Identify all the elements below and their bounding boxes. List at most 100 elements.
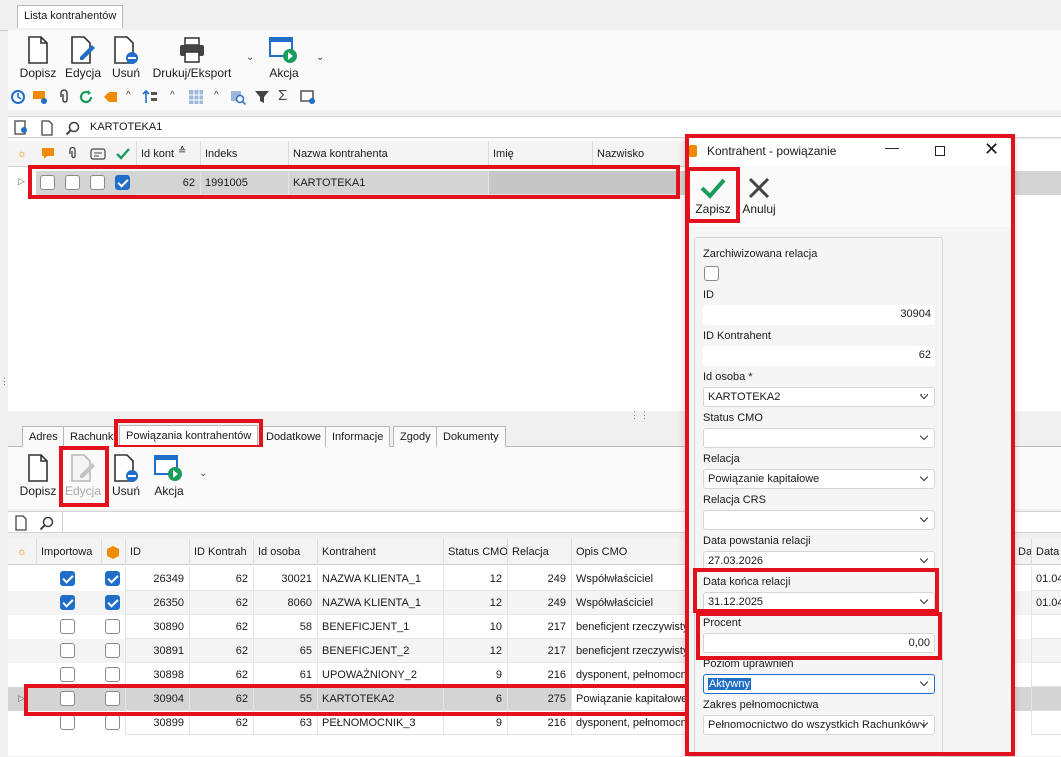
col-indeks[interactable]: Indeks	[200, 141, 288, 167]
col-data-2[interactable]: Data	[1031, 539, 1061, 565]
col-id-kont[interactable]: Id kont	[136, 141, 200, 167]
sum-icon[interactable]: Σ	[278, 87, 287, 104]
importowa-checkbox[interactable]	[60, 715, 75, 730]
data-powstania-picker[interactable]: 27.03.2026	[703, 551, 935, 571]
attachment-icon[interactable]	[66, 147, 80, 161]
tab-lista-kontrahentow[interactable]: Lista kontrahentów	[17, 5, 124, 28]
columns-dropdown-caret[interactable]: ^	[214, 90, 219, 101]
poziom-select[interactable]: Aktywny	[703, 674, 935, 694]
importowa-checkbox[interactable]	[60, 619, 75, 634]
comment-view-icon[interactable]	[32, 89, 48, 105]
importowa-checkbox[interactable]	[60, 667, 75, 682]
checkmark-icon[interactable]	[115, 146, 131, 162]
col-kontrahent[interactable]: Kontrahent	[317, 539, 443, 565]
procent-input[interactable]: 0,00	[703, 633, 935, 653]
lower-usun-button[interactable]: Usuń	[108, 453, 144, 498]
col-id-osoba[interactable]: Id osoba	[253, 539, 317, 565]
tab-adres[interactable]: Adres	[22, 426, 65, 448]
data-konca-picker[interactable]: 31.12.2025	[703, 592, 935, 612]
row-checkbox-3[interactable]	[90, 175, 105, 190]
sun-icon[interactable]: ☼	[8, 539, 36, 565]
relacja-select[interactable]: Powiązanie kapitałowe	[703, 469, 935, 489]
col-nazwisko[interactable]: Nazwisko	[592, 141, 688, 167]
importowa-checkbox[interactable]	[60, 595, 75, 610]
blank-document-icon[interactable]	[39, 120, 55, 136]
zakres-select[interactable]: Pełnomocnictwo do wszystkich Rachunków i	[703, 715, 935, 735]
close-icon[interactable]: ✕	[984, 139, 999, 160]
tab-informacje[interactable]: Informacje	[325, 426, 391, 448]
tab-powiazania[interactable]: Powiązania kontrahentów	[119, 425, 259, 448]
flag-checkbox[interactable]	[105, 667, 120, 682]
row-checkbox-1[interactable]	[40, 175, 55, 190]
zarchiwizowana-checkbox[interactable]	[704, 266, 719, 281]
relacja-crs-select[interactable]	[703, 510, 935, 530]
edycja-button[interactable]: Edycja	[63, 35, 103, 80]
side-splitter[interactable]: ⋮	[0, 376, 9, 387]
drukuj-eksport-button[interactable]: Drukuj/Eksport	[150, 35, 234, 80]
search-icon[interactable]	[65, 120, 81, 136]
maximize-icon[interactable]	[935, 146, 945, 156]
col-relacja[interactable]: Relacja	[507, 539, 571, 565]
row-checkbox-active[interactable]	[115, 175, 130, 190]
flag-checkbox[interactable]	[105, 715, 120, 730]
importowa-checkbox[interactable]	[60, 643, 75, 658]
zapisz-button[interactable]: Zapisz	[695, 175, 731, 216]
id-osoba-select[interactable]: KARTOTEKA2	[703, 387, 935, 407]
search-grid-icon[interactable]	[230, 89, 246, 105]
col-importowa[interactable]: Importowa	[36, 539, 101, 565]
lower-edycja-button[interactable]: Edycja	[63, 453, 103, 498]
flag-checkbox[interactable]	[105, 691, 120, 706]
anuluj-button[interactable]: Anuluj	[739, 175, 779, 216]
col-id-kontrah[interactable]: ID Kontrah	[189, 539, 253, 565]
document-search-icon[interactable]	[13, 120, 29, 136]
sort-dropdown-caret[interactable]: ^	[170, 90, 175, 101]
dopisz-button[interactable]: Dopisz	[18, 35, 58, 80]
col-imie[interactable]: Imię	[488, 141, 592, 167]
lower-akcja-button[interactable]: Akcja	[150, 453, 188, 498]
columns-grid-icon[interactable]	[188, 89, 204, 105]
col-status-cmo[interactable]: Status CMO	[443, 539, 507, 565]
row-checkbox-2[interactable]	[65, 175, 80, 190]
search-input[interactable]: KARTOTEKA1	[90, 121, 162, 133]
sun-icon[interactable]: ☼	[8, 141, 36, 167]
col-nazwa[interactable]: Nazwa kontrahenta	[288, 141, 488, 167]
filter-icon[interactable]	[254, 89, 270, 105]
table-row[interactable]: 62 1991005 KARTOTEKA1	[36, 171, 677, 195]
refresh-icon[interactable]	[78, 89, 94, 105]
procent-label: Procent	[703, 617, 741, 629]
tag-icon[interactable]	[102, 89, 118, 105]
blank-document-icon[interactable]	[13, 515, 29, 531]
col-flag[interactable]	[101, 539, 125, 565]
search-icon[interactable]	[39, 515, 55, 531]
flag-checkbox[interactable]	[105, 619, 120, 634]
splitter-handle[interactable]: ⋮⋮	[630, 410, 650, 421]
drukuj-dropdown-caret[interactable]: ⌄	[246, 52, 254, 63]
tab-zgody[interactable]: Zgody	[393, 426, 438, 448]
lower-akcja-caret[interactable]: ⌄	[199, 468, 207, 479]
flag-checkbox[interactable]	[105, 571, 120, 586]
flag-checkbox[interactable]	[105, 595, 120, 610]
importowa-checkbox[interactable]	[60, 691, 75, 706]
akcja-button[interactable]: Akcja	[264, 35, 304, 80]
tab-dokumenty[interactable]: Dokumenty	[436, 426, 506, 448]
minimize-icon[interactable]: —	[885, 139, 899, 155]
paperclip-icon[interactable]	[56, 89, 72, 105]
flag-checkbox[interactable]	[105, 643, 120, 658]
importowa-checkbox[interactable]	[60, 571, 75, 586]
ellipsis-icon[interactable]: ···	[920, 389, 929, 399]
window-view-icon[interactable]	[300, 89, 316, 105]
card-icon[interactable]	[90, 148, 106, 160]
tab-rachunki[interactable]: Rachunki	[63, 426, 115, 448]
sort-icon[interactable]	[142, 89, 158, 105]
history-icon[interactable]	[10, 89, 26, 105]
col-opis-cmo[interactable]: Opis CMO	[571, 539, 691, 565]
comment-icon[interactable]	[41, 147, 55, 161]
usun-button[interactable]: Usuń	[108, 35, 144, 80]
status-cmo-select[interactable]	[703, 428, 935, 448]
col-id[interactable]: ID	[125, 539, 189, 565]
lower-dopisz-button[interactable]: Dopisz	[18, 453, 58, 498]
tag-dropdown-caret[interactable]: ^	[126, 90, 131, 101]
col-data-1[interactable]: Data	[1013, 539, 1031, 565]
tab-dodatkowe[interactable]: Dodatkowe	[259, 426, 329, 448]
akcja-dropdown-caret[interactable]: ⌄	[316, 52, 324, 63]
